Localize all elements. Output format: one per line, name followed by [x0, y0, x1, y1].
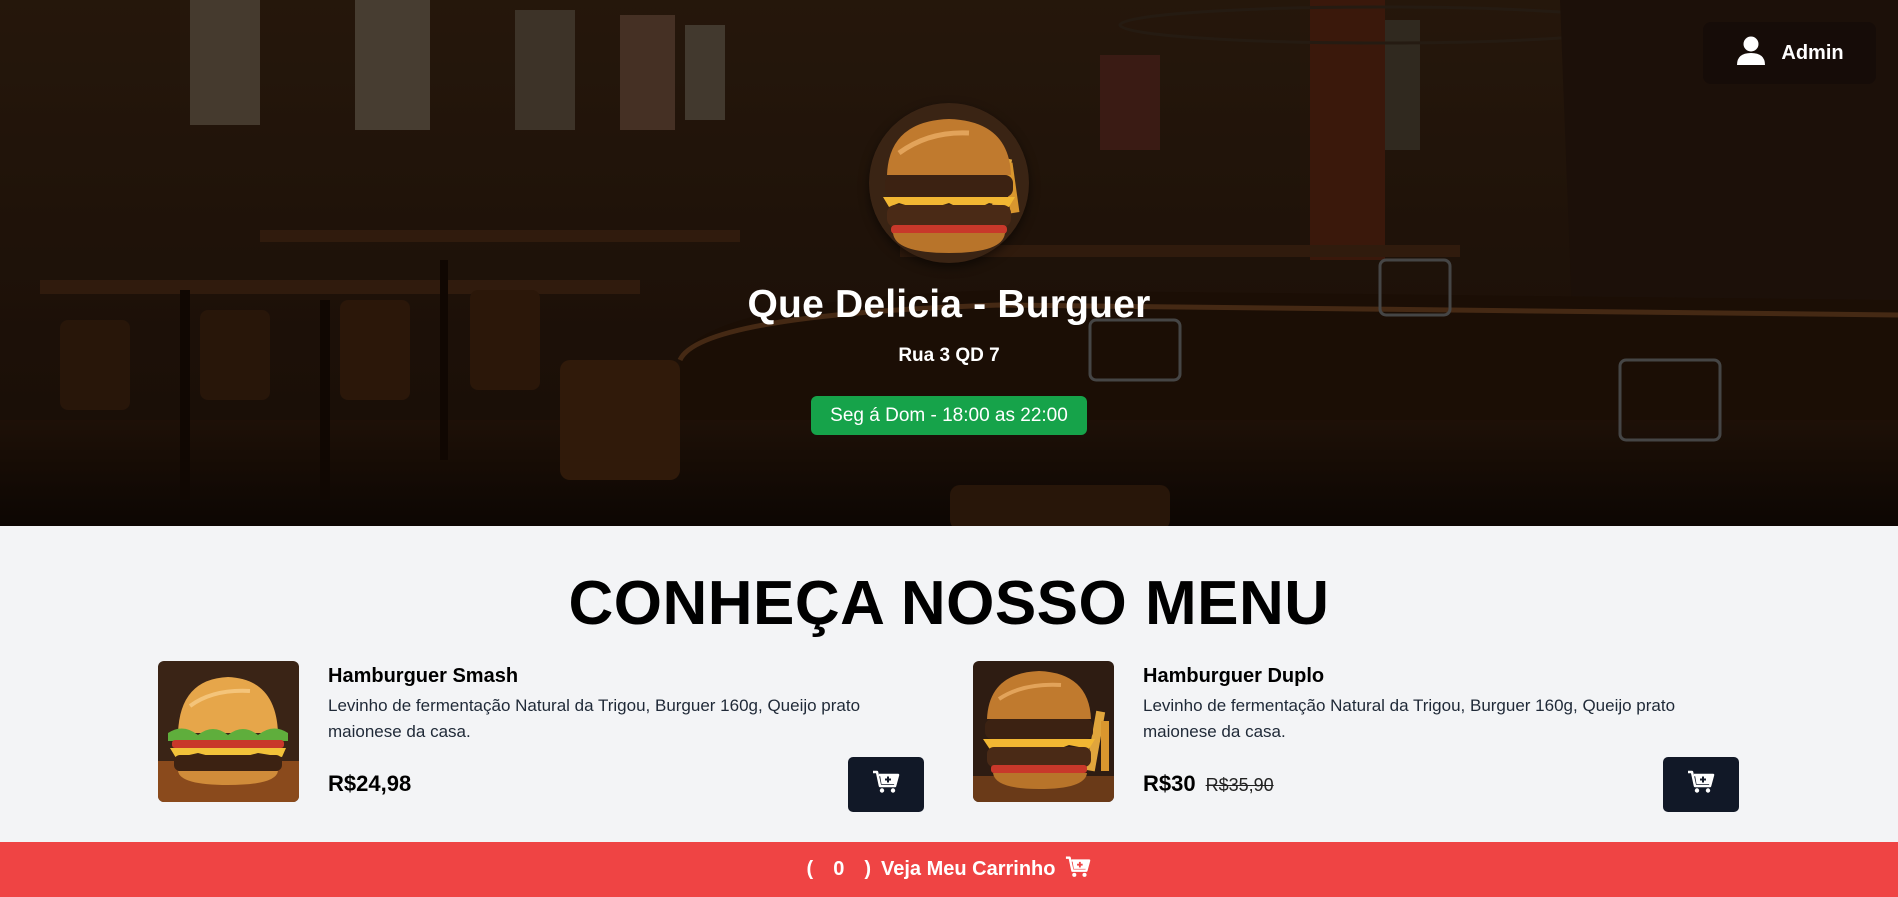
opening-hours-badge: Seg á Dom - 18:00 as 22:00 [811, 396, 1087, 435]
view-cart-bar[interactable]: ( 0 ) Veja Meu Carrinho [0, 842, 1898, 897]
admin-label: Admin [1781, 41, 1844, 64]
menu-item-old-price: R$35,90 [1205, 775, 1274, 795]
menu-item-price-row: R$30 R$35,90 [1143, 771, 1274, 797]
menu-item-image [158, 661, 299, 802]
cart-count-open-paren: ( [806, 858, 814, 880]
menu-item-price-row: R$24,98 [328, 771, 411, 797]
menu-item: Hamburguer Duplo Levinho de fermentação … [973, 661, 1739, 812]
cart-count-close-paren: ) [864, 858, 871, 880]
view-cart-label: Veja Meu Carrinho [880, 858, 1056, 880]
menu-item-price: R$30 [1143, 771, 1196, 796]
hero-banner: Admin Que Delicia - Burguer Rua 3 QD 7 S… [0, 0, 1898, 526]
menu-item-description: Levinho de fermentação Natural da Trigou… [1143, 696, 1676, 741]
cart-plus-icon [1687, 770, 1715, 799]
restaurant-logo [869, 103, 1029, 263]
user-icon [1735, 34, 1767, 72]
restaurant-name: Que Delicia - Burguer [747, 283, 1151, 326]
menu-item-image [973, 661, 1114, 802]
menu-item-name: Hamburguer Smash [328, 665, 519, 687]
cart-plus-icon [1065, 855, 1091, 885]
cart-count: 0 [833, 858, 845, 880]
menu-item-price: R$24,98 [328, 771, 412, 796]
menu-title: CONHEÇA NOSSO MENU [568, 569, 1330, 638]
restaurant-address: Rua 3 QD 7 [898, 345, 1000, 366]
cart-plus-icon [872, 770, 900, 799]
menu-item-description: Levinho de fermentação Natural da Trigou… [328, 696, 861, 741]
add-to-cart-button[interactable] [1663, 757, 1739, 812]
menu-item: Hamburguer Smash Levinho de fermentação … [158, 661, 924, 812]
add-to-cart-button[interactable] [848, 757, 924, 812]
menu-item-name: Hamburguer Duplo [1143, 665, 1325, 687]
admin-button[interactable]: Admin [1703, 22, 1876, 84]
